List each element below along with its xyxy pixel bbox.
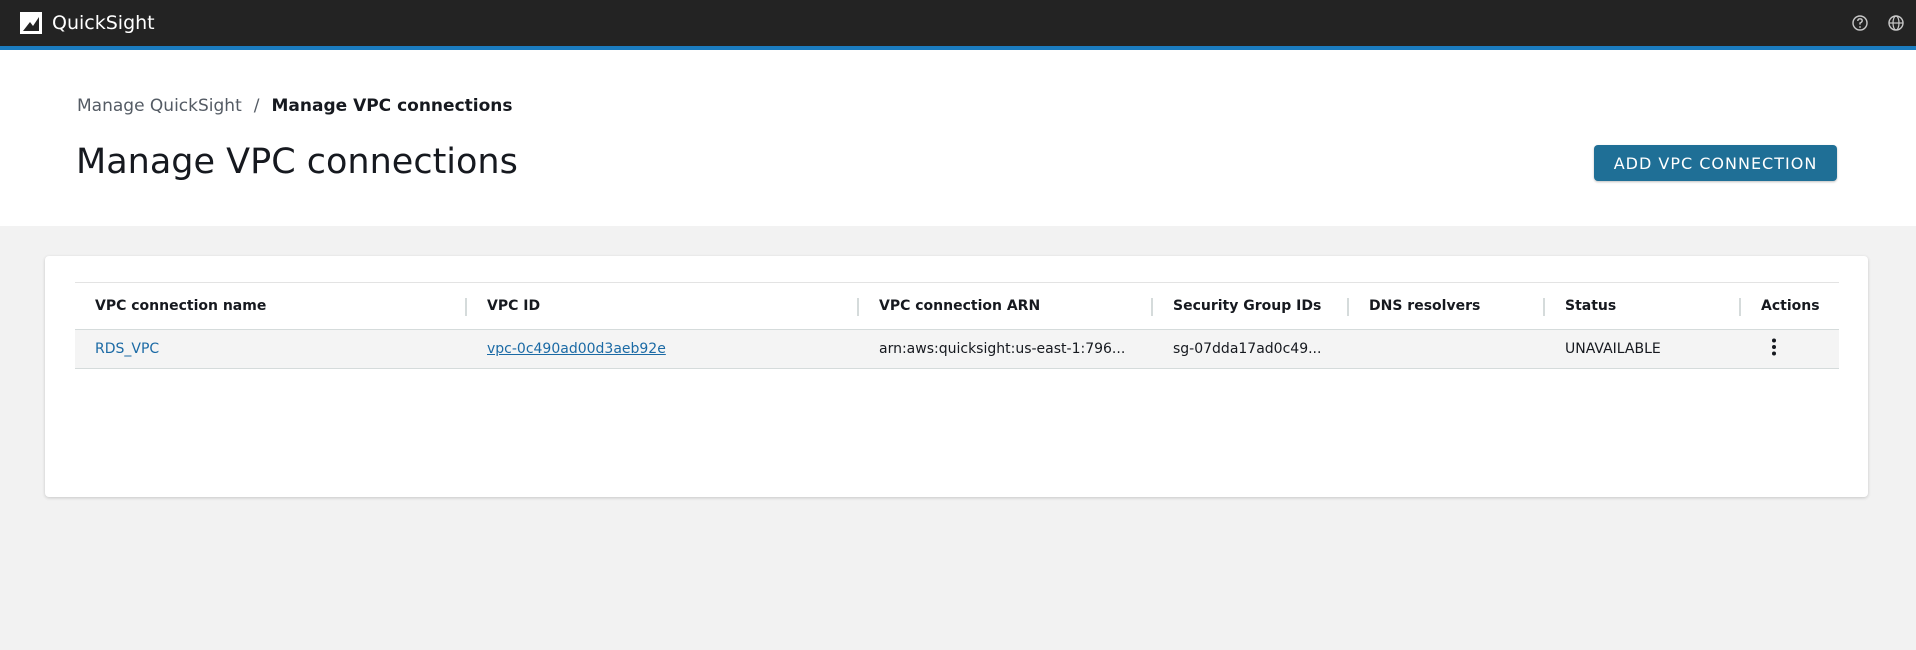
- column-header-actions: Actions: [1741, 282, 1839, 330]
- more-vertical-icon[interactable]: [1762, 335, 1786, 359]
- cell-security-group-ids: sg-07dda17ad0c49...: [1153, 329, 1349, 369]
- cell-connection-name: RDS_VPC: [75, 329, 467, 369]
- vpc-connections-table: VPC connection name VPC ID VPC connectio…: [75, 282, 1839, 369]
- breadcrumb-separator: /: [253, 96, 260, 116]
- cell-actions: [1741, 329, 1839, 369]
- globe-icon[interactable]: [1886, 13, 1906, 33]
- app-name: QuickSight: [52, 12, 155, 34]
- column-header-name[interactable]: VPC connection name: [75, 282, 467, 330]
- column-header-arn[interactable]: VPC connection ARN: [859, 282, 1153, 330]
- breadcrumb: Manage QuickSight / Manage VPC connectio…: [77, 96, 513, 116]
- cell-status: UNAVAILABLE: [1545, 329, 1741, 369]
- vpc-connections-card: VPC connection name VPC ID VPC connectio…: [45, 256, 1868, 497]
- table-header-row: VPC connection name VPC ID VPC connectio…: [75, 282, 1839, 330]
- column-header-dns-resolvers[interactable]: DNS resolvers: [1349, 282, 1545, 330]
- top-navigation-bar: QuickSight: [0, 0, 1916, 46]
- column-header-status[interactable]: Status: [1545, 282, 1741, 330]
- cell-dns-resolvers: [1349, 329, 1545, 369]
- breadcrumb-manage-quicksight[interactable]: Manage QuickSight: [77, 96, 242, 116]
- add-vpc-connection-button[interactable]: ADD VPC CONNECTION: [1594, 145, 1837, 181]
- table-row: RDS_VPC vpc-0c490ad00d3aeb92e arn:aws:qu…: [75, 329, 1839, 369]
- cell-vpc-id: vpc-0c490ad00d3aeb92e: [467, 329, 859, 369]
- brand[interactable]: QuickSight: [20, 0, 155, 46]
- cell-arn: arn:aws:quicksight:us-east-1:796...: [859, 329, 1153, 369]
- connection-name-link[interactable]: RDS_VPC: [95, 341, 159, 357]
- breadcrumb-current: Manage VPC connections: [271, 96, 513, 116]
- page-title: Manage VPC connections: [76, 142, 518, 182]
- column-header-vpc-id[interactable]: VPC ID: [467, 282, 859, 330]
- page-header: Manage QuickSight / Manage VPC connectio…: [0, 50, 1916, 226]
- vpc-id-link[interactable]: vpc-0c490ad00d3aeb92e: [487, 341, 666, 357]
- column-header-security-groups[interactable]: Security Group IDs: [1153, 282, 1349, 330]
- help-icon[interactable]: [1850, 13, 1870, 33]
- quicksight-logo-icon: [20, 12, 42, 34]
